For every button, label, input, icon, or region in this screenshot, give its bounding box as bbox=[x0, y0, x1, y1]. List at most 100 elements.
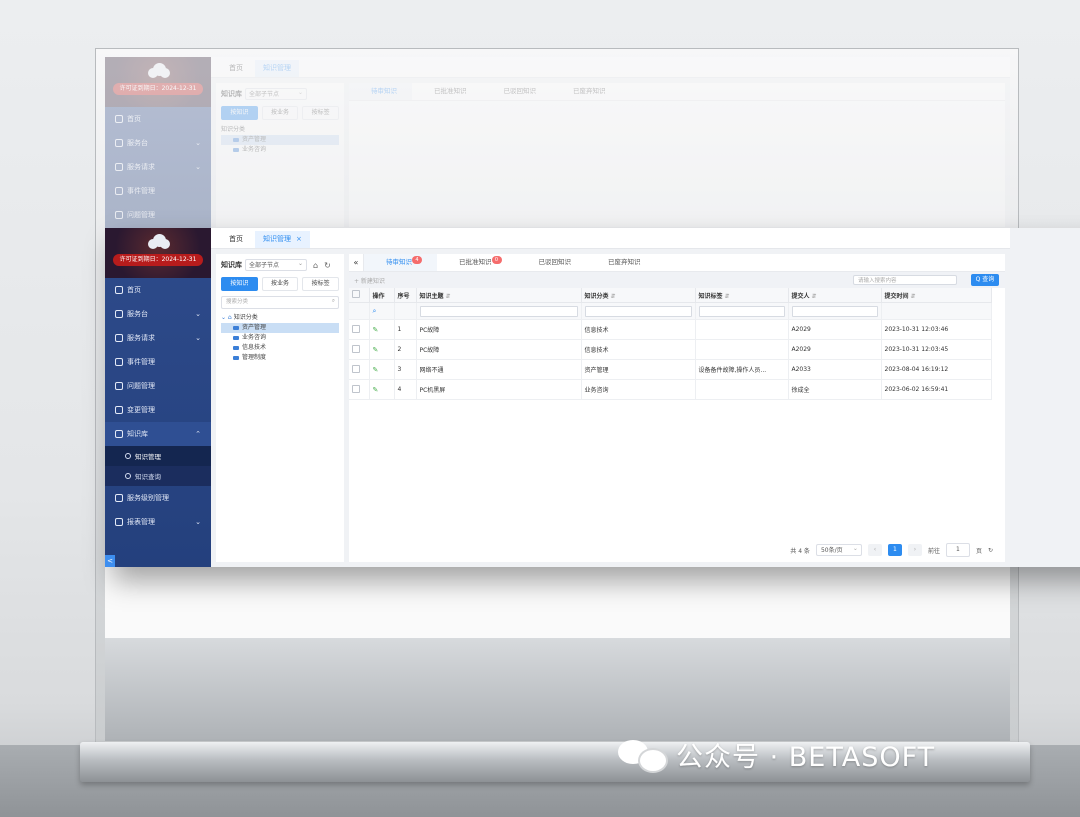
col-tags-label: 知识标签 bbox=[698, 292, 723, 300]
segment-by-business[interactable]: 按业务 bbox=[261, 277, 299, 291]
tab-home[interactable]: 首页 bbox=[221, 231, 251, 248]
title-filter-input[interactable] bbox=[419, 305, 578, 317]
page-size-select[interactable]: 50条/页 bbox=[815, 543, 862, 556]
col-submitter[interactable]: 提交人 ⇵ bbox=[788, 288, 882, 303]
folder-icon bbox=[233, 356, 239, 360]
tab-rejected[interactable]: 已驳回知识 bbox=[517, 254, 587, 271]
sidebar-item-label: 问题管理 bbox=[127, 382, 155, 390]
node-scope-select[interactable]: 全部子节点 bbox=[245, 258, 307, 271]
refresh-icon[interactable]: ↻ bbox=[324, 261, 331, 270]
sort-icon[interactable]: ⇵ bbox=[812, 293, 817, 300]
select-all-checkbox[interactable] bbox=[352, 290, 360, 298]
tree-node-consult[interactable]: 业务咨询 bbox=[221, 333, 339, 343]
view-segment: 按知识 按业务 按标签 bbox=[221, 277, 340, 291]
faded-app-window: 许可证到期日：2024-12-31 首页 服务台 ⌄ 服务请求 ⌄ 事件管理 问题管… bbox=[105, 57, 1010, 232]
sort-icon[interactable]: ⇵ bbox=[611, 293, 616, 300]
row-action-cell: ✎ bbox=[369, 359, 395, 380]
col-category-label: 知识分类 bbox=[584, 292, 609, 300]
col-time-label: 提交时间 bbox=[884, 292, 909, 300]
sidebar-item-problem[interactable]: 问题管理 bbox=[105, 374, 211, 398]
row-select-cell bbox=[349, 319, 370, 340]
next-page-button[interactable]: › bbox=[907, 544, 922, 556]
col-category[interactable]: 知识分类 ⇵ bbox=[581, 288, 696, 303]
tab-discarded[interactable]: 已废弃知识 bbox=[586, 254, 656, 271]
col-time[interactable]: 提交时间 ⇵ bbox=[881, 288, 992, 303]
sort-icon[interactable]: ⇵ bbox=[446, 293, 451, 300]
prev-page-button[interactable]: ‹ bbox=[867, 544, 882, 556]
segment-by-knowledge[interactable]: 按知识 bbox=[221, 277, 258, 291]
sidebar-item-label: 报表管理 bbox=[127, 518, 155, 526]
sidebar-collapse-button[interactable]: < bbox=[105, 555, 115, 567]
tree-node-policy[interactable]: 管理制度 bbox=[221, 353, 339, 363]
row-checkbox[interactable] bbox=[352, 324, 360, 333]
tree-root[interactable]: ⌄ ⌂ 知识分类 bbox=[221, 313, 339, 323]
col-tags[interactable]: 知识标签 ⇵ bbox=[695, 288, 789, 303]
ghost-body: 知识库全部子节点 按知识按业务按标签 知识分类 资产管理 业务咨询 待审知识 已… bbox=[211, 78, 1010, 232]
ghost-menu-label: 服务请求 bbox=[127, 163, 155, 171]
col-title[interactable]: 知识主题 ⇵ bbox=[416, 288, 582, 303]
query-button[interactable]: Q 查询 bbox=[971, 274, 999, 286]
page-unit-label: 页 bbox=[975, 547, 982, 555]
goto-page-input[interactable]: 1 bbox=[945, 543, 970, 557]
new-knowledge-button[interactable]: + 新建知识 bbox=[354, 276, 385, 285]
tab-approved[interactable]: 已批准知识 0 bbox=[437, 254, 517, 271]
row-checkbox[interactable] bbox=[352, 364, 360, 373]
row-checkbox[interactable] bbox=[352, 344, 360, 353]
row-checkbox[interactable] bbox=[352, 384, 360, 393]
sidebar-item-incident[interactable]: 事件管理 bbox=[105, 350, 211, 374]
category-filter-input[interactable] bbox=[584, 305, 692, 317]
edit-icon[interactable]: ✎ bbox=[373, 326, 379, 334]
sidebar-item-label: 服务级别管理 bbox=[127, 494, 169, 502]
refresh-icon[interactable]: ↻ bbox=[988, 547, 993, 554]
cell-time: 2023-06-02 16:59:41 bbox=[881, 379, 992, 400]
submitter-filter-input[interactable] bbox=[791, 305, 878, 317]
search-icon[interactable]: ⌕ bbox=[373, 307, 377, 315]
sort-icon[interactable]: ⇵ bbox=[725, 293, 730, 300]
tab-label: 已废弃知识 bbox=[608, 258, 641, 266]
sidebar-item-reports[interactable]: 报表管理 ⌄ bbox=[105, 510, 211, 534]
submenu-item-knowledge-management[interactable]: 知识管理 bbox=[105, 446, 211, 466]
chevron-down-icon: ⌄ bbox=[195, 518, 201, 526]
sidebar-item-service-request[interactable]: 服务请求 ⌄ bbox=[105, 326, 211, 350]
table-row[interactable]: ✎ 2 PC故障 信息技术 A2029 2023-10-31 12:03:45 bbox=[349, 339, 992, 360]
sidebar-item-label: 变更管理 bbox=[127, 406, 155, 414]
sort-icon[interactable]: ⇵ bbox=[911, 293, 916, 300]
sidebar-item-service-level[interactable]: 服务级别管理 bbox=[105, 486, 211, 510]
sidebar-item-label: 服务请求 bbox=[127, 334, 155, 342]
submenu-item-knowledge-query[interactable]: 知识查询 bbox=[105, 466, 211, 486]
collapse-panel-icon[interactable]: « bbox=[349, 254, 364, 271]
table-row[interactable]: ✎ 3 网络不通 资产管理 设备备件故障,操作人员... A2033 2023-… bbox=[349, 359, 992, 380]
edit-icon[interactable]: ✎ bbox=[373, 386, 379, 394]
close-icon[interactable]: × bbox=[296, 235, 302, 243]
tree-node-it[interactable]: 信息技术 bbox=[221, 343, 339, 353]
tree-node-asset[interactable]: 资产管理 bbox=[221, 323, 339, 333]
ghost-menu-label: 服务台 bbox=[127, 139, 148, 147]
filter-cell bbox=[349, 302, 370, 320]
current-page-button[interactable]: 1 bbox=[887, 544, 902, 556]
edit-icon[interactable]: ✎ bbox=[373, 346, 379, 354]
chevron-down-icon: ⌄ bbox=[195, 310, 201, 318]
total-count: 共 4 条 bbox=[790, 547, 810, 555]
search-input[interactable]: 请输入搜索内容 bbox=[853, 275, 957, 285]
ghost-menu-item-service-desk: 服务台 ⌄ bbox=[105, 131, 211, 155]
table-row[interactable]: ✎ 1 PC故障 信息技术 A2029 2023-10-31 12:03:46 bbox=[349, 319, 992, 340]
goto-label: 前往 bbox=[927, 547, 940, 555]
table-row[interactable]: ✎ 4 PC机黑屏 业务咨询 徐成全 2023-06-02 16:59:41 bbox=[349, 379, 992, 400]
desktop-icon bbox=[115, 139, 123, 147]
ghost-tab-knowledge: 知识管理 bbox=[255, 60, 299, 77]
tags-filter-input[interactable] bbox=[698, 305, 785, 317]
segment-by-tag[interactable]: 按标签 bbox=[302, 277, 340, 291]
level-icon bbox=[115, 494, 123, 502]
home-icon[interactable]: ⌂ bbox=[313, 261, 318, 270]
sidebar-item-home[interactable]: 首页 bbox=[105, 278, 211, 302]
sidebar-item-knowledge-base[interactable]: 知识库 ⌃ bbox=[105, 422, 211, 446]
tab-knowledge-management[interactable]: 知识管理 × bbox=[255, 231, 310, 248]
sidebar-item-change[interactable]: 变更管理 bbox=[105, 398, 211, 422]
ghost-rp-tab: 已废弃知识 bbox=[573, 87, 606, 95]
category-search-input[interactable]: 搜索分类 bbox=[221, 296, 339, 309]
tree-expand-icon[interactable]: ⌄ ⌂ bbox=[221, 314, 232, 321]
edit-icon[interactable]: ✎ bbox=[373, 366, 379, 374]
tab-pending[interactable]: 待审知识 4 bbox=[364, 254, 437, 271]
cell-time: 2023-10-31 12:03:45 bbox=[881, 339, 992, 360]
sidebar-item-service-desk[interactable]: 服务台 ⌄ bbox=[105, 302, 211, 326]
